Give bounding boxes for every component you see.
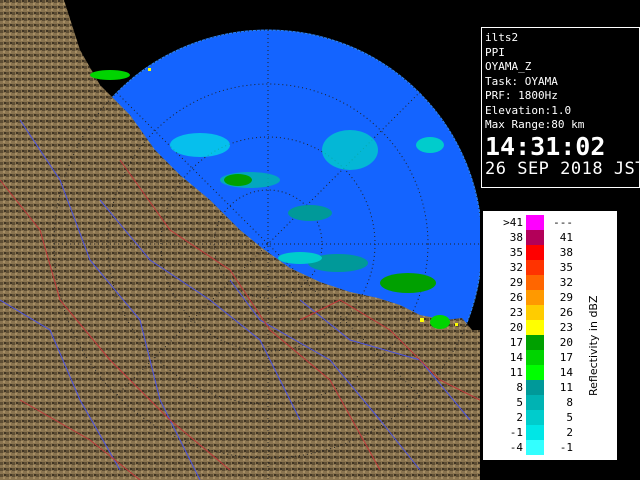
legend-row: 17 20 [483, 335, 579, 350]
legend-lower-bound: 11 [509, 366, 523, 379]
legend-lower-bound: 29 [509, 276, 523, 289]
scan-mode: PPI [485, 45, 505, 59]
legend-row: 35 38 [483, 245, 579, 260]
legend-color-swatch [526, 230, 544, 245]
legend-color-swatch [526, 425, 544, 440]
legend-row: -4 -1 [483, 440, 579, 455]
legend-color-swatch [526, 335, 544, 350]
legend-color-swatch [526, 260, 544, 275]
legend-row: 20 23 [483, 320, 579, 335]
legend-color-swatch [526, 350, 544, 365]
legend-color-swatch [526, 215, 544, 230]
legend-lower-bound: 32 [509, 261, 523, 274]
legend-upper-bound: 29 [559, 291, 573, 304]
max-range-value: Max Range:80 km [485, 118, 585, 131]
elevation-value: Elevation:1.0 [485, 103, 572, 117]
legend-upper-bound: 32 [559, 276, 573, 289]
legend-color-swatch [526, 245, 544, 260]
legend-upper-bound: 17 [559, 351, 573, 364]
legend-upper-bound: 35 [559, 261, 573, 274]
legend-lower-bound: >41 [503, 216, 523, 229]
legend-lower-bound: 8 [516, 381, 523, 394]
legend-lower-bound: -4 [509, 441, 523, 454]
legend-row: 14 17 [483, 350, 579, 365]
legend-lower-bound: 23 [509, 306, 523, 319]
legend-row: >41 --- [483, 215, 579, 230]
legend-row: 23 26 [483, 305, 579, 320]
legend-upper-bound: 8 [566, 396, 573, 409]
scan-date: 26 SEP 2018 JST [485, 158, 640, 179]
reflectivity-legend: >41 --- 38 41 35 38 32 35 29 32 26 29 23 26 20 23 17 20 14… [481, 209, 619, 462]
legend-upper-bound: --- [553, 216, 573, 229]
prf-value: PRF: 1800Hz [485, 89, 558, 102]
legend-row: 58 [483, 395, 579, 410]
scan-info-panel: ilts2 PPI OYAMA_Z Task: OYAMA PRF: 1800H… [481, 27, 640, 188]
legend-upper-bound: 23 [559, 321, 573, 334]
legend-lower-bound: 35 [509, 246, 523, 259]
legend-row: 11 14 [483, 365, 579, 380]
legend-row: 25 [483, 410, 579, 425]
site-name: ilts2 [485, 31, 519, 44]
legend-upper-bound: 14 [559, 366, 573, 379]
legend-lower-bound: -1 [509, 426, 523, 439]
scan-time: 14:31:02 [485, 131, 606, 161]
legend-color-swatch [526, 275, 544, 290]
legend-lower-bound: 17 [509, 336, 523, 349]
legend-lower-bound: 38 [509, 231, 523, 244]
task-name: Task: OYAMA [485, 74, 558, 88]
radar-ppi-display[interactable] [0, 0, 480, 480]
legend-lower-bound: 26 [509, 291, 523, 304]
legend-color-swatch [526, 380, 544, 395]
legend-color-swatch [526, 440, 544, 455]
legend-lower-bound: 14 [509, 351, 523, 364]
legend-color-swatch [526, 410, 544, 425]
legend-color-swatch [526, 290, 544, 305]
legend-upper-bound: 41 [559, 231, 573, 244]
product-name: OYAMA_Z [485, 60, 532, 73]
legend-upper-bound: 26 [559, 306, 573, 319]
legend-lower-bound: 5 [516, 396, 523, 409]
legend-row: 29 32 [483, 275, 579, 290]
legend-row: 8 11 [483, 380, 579, 395]
radar-viewer: ilts2 PPI OYAMA_Z Task: OYAMA PRF: 1800H… [0, 0, 640, 480]
legend-upper-bound: 11 [559, 381, 573, 394]
legend-color-swatch [526, 365, 544, 380]
legend-upper-bound: 2 [566, 426, 573, 439]
legend-upper-bound: -1 [559, 441, 573, 454]
legend-upper-bound: 5 [566, 411, 573, 424]
legend-unit-text: Reflectivity in dBZ [587, 295, 600, 396]
legend-color-swatch [526, 320, 544, 335]
legend-row: 26 29 [483, 290, 579, 305]
legend-upper-bound: 20 [559, 336, 573, 349]
legend-upper-bound: 38 [559, 246, 573, 259]
legend-color-swatch [526, 395, 544, 410]
legend-row: 38 41 [483, 230, 579, 245]
legend-row: -1 2 [483, 425, 579, 440]
legend-lower-bound: 2 [516, 411, 523, 424]
legend-row: 32 35 [483, 260, 579, 275]
legend-lower-bound: 20 [509, 321, 523, 334]
legend-color-swatch [526, 305, 544, 320]
